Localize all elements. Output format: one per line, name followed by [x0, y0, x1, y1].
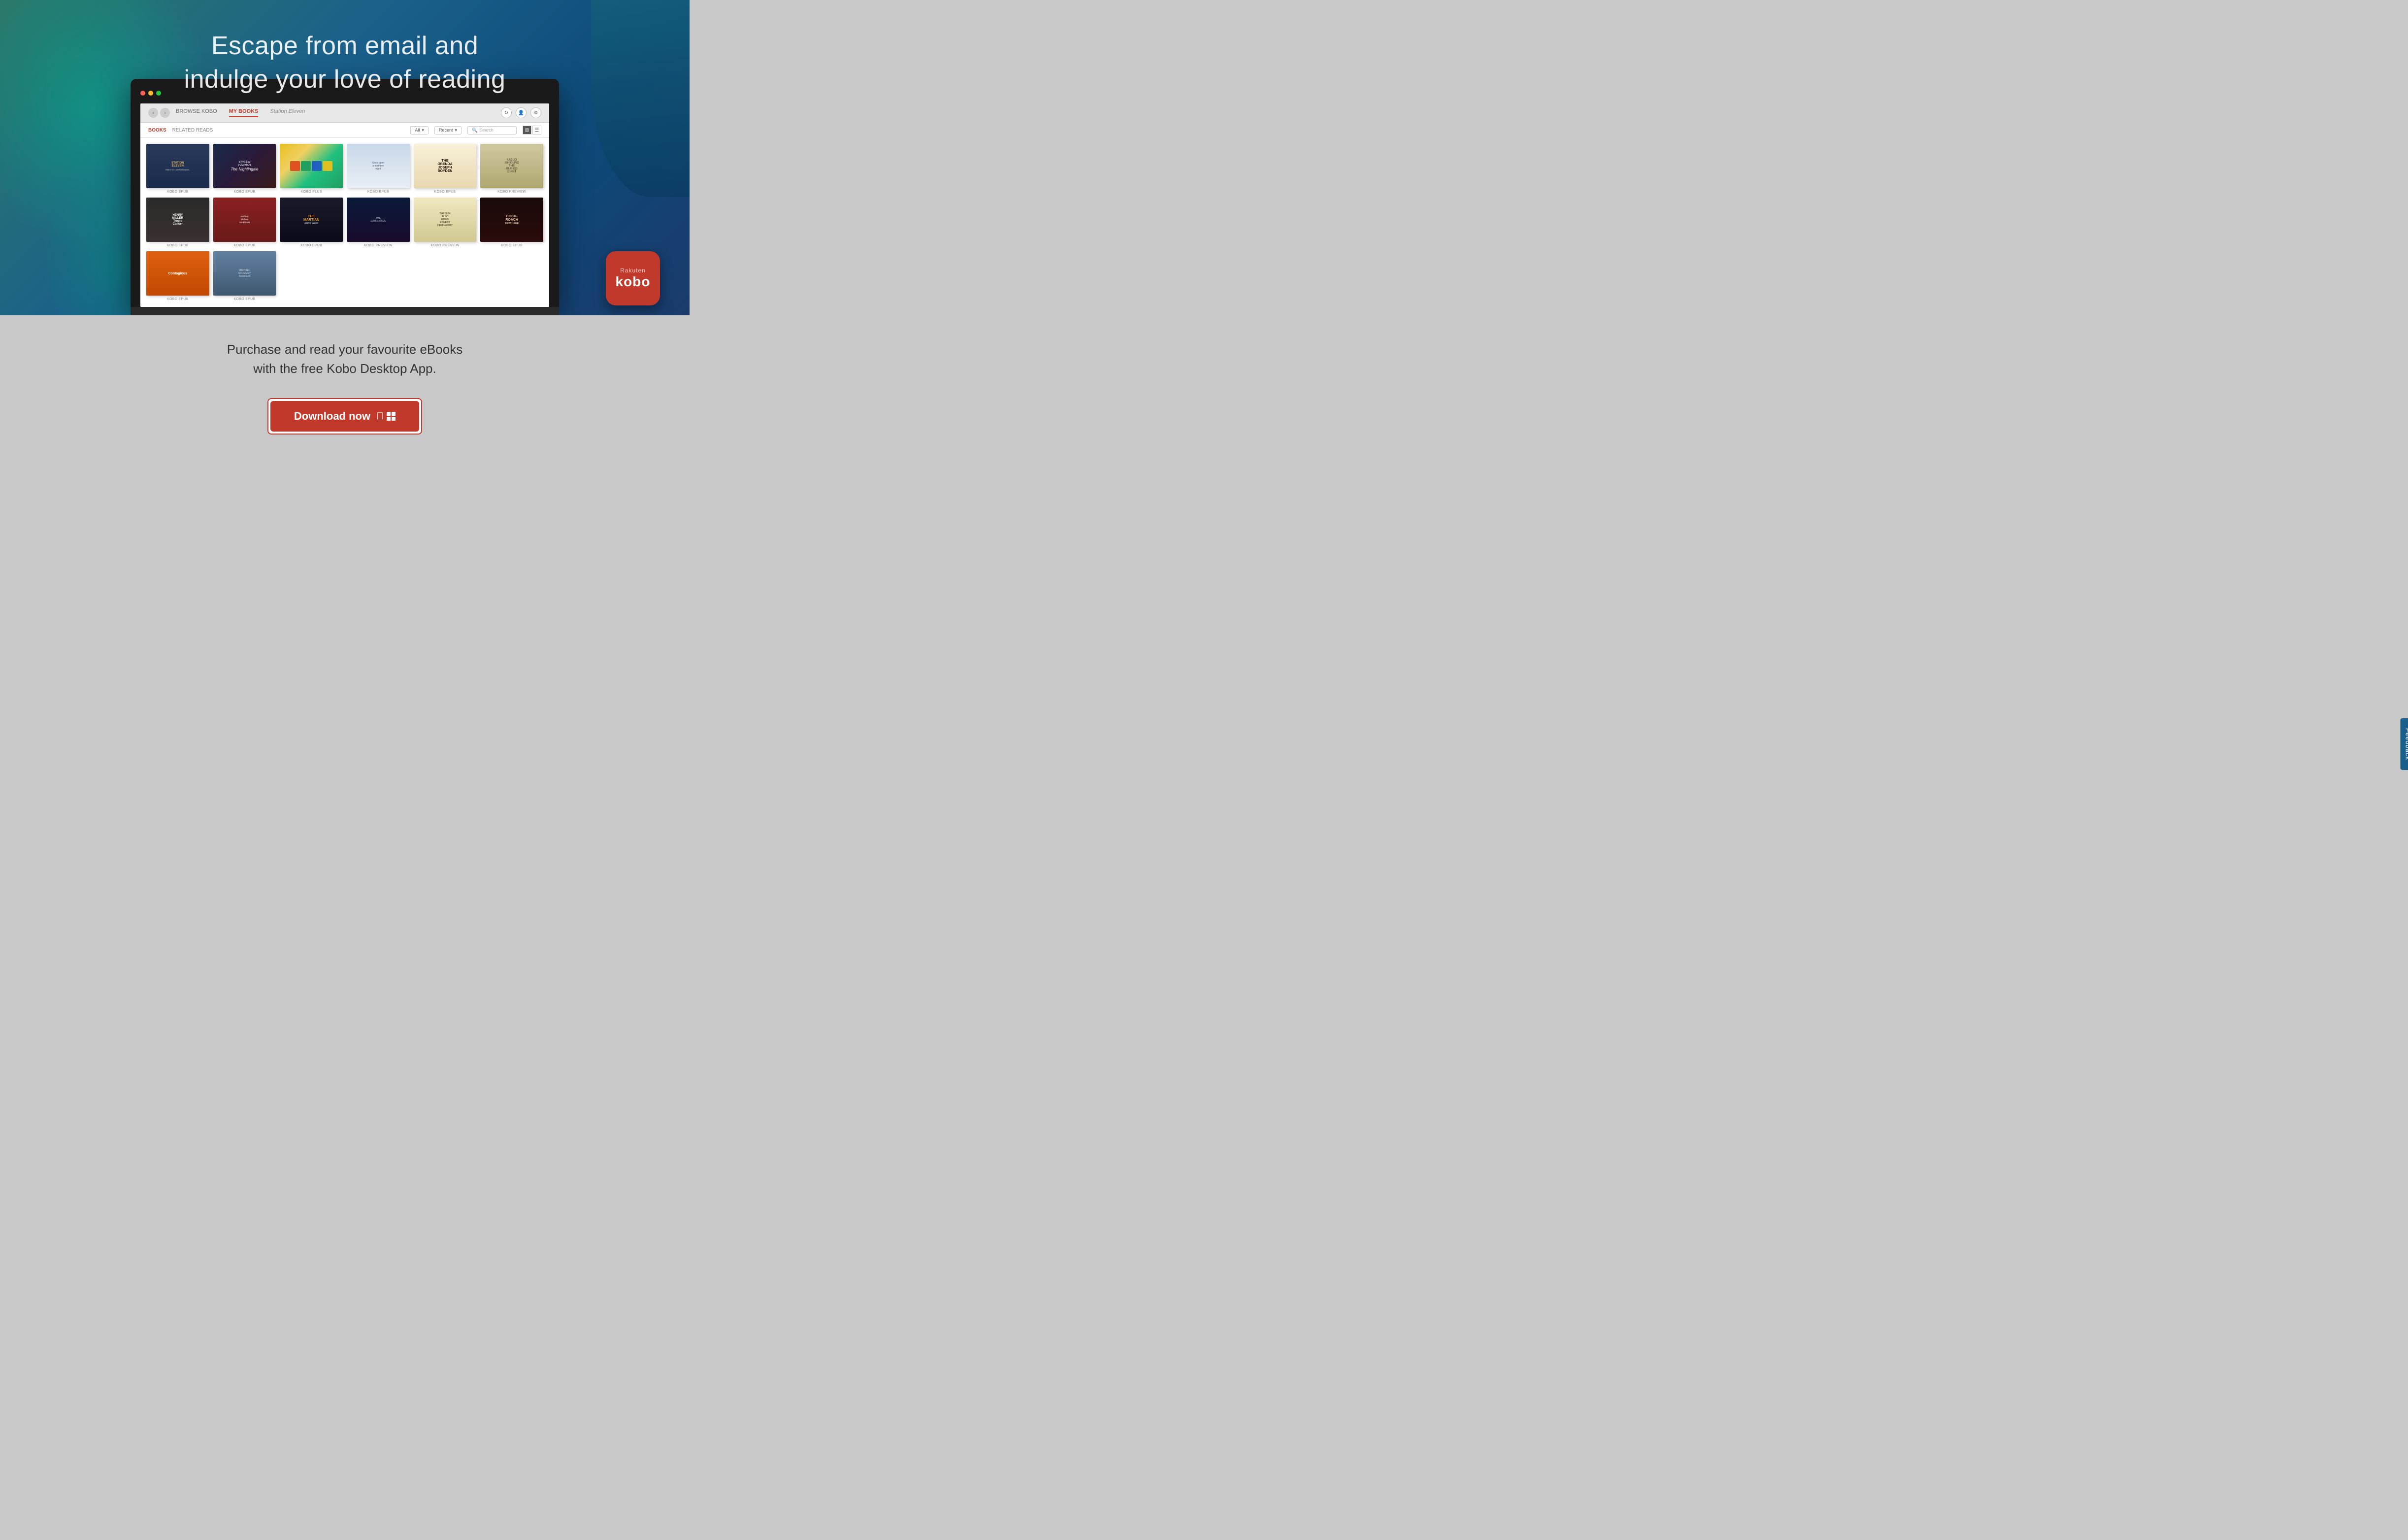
list-item[interactable]: smittenkitchencookbook KOBO EPUB: [213, 198, 276, 247]
rakuten-text: Rakuten: [620, 267, 646, 274]
settings-button[interactable]: ⚙: [530, 107, 541, 118]
book-cover-tropic-cancer: HENRYMILLERTropicCancer: [146, 198, 209, 242]
account-button[interactable]: 👤: [516, 107, 527, 118]
list-item[interactable]: KRISTINHANNAHThe Nightingale KOBO EPUB: [213, 144, 276, 194]
view-toggle: ⊞ ☰: [523, 126, 541, 134]
book-cover-nightingale: KRISTINHANNAHThe Nightingale: [213, 144, 276, 188]
book-label: KOBO EPUB: [300, 244, 322, 247]
book-cover-sweetland: MICHAELCRUMMEYSweetland: [213, 251, 276, 296]
download-now-button[interactable]: Download now : [270, 401, 419, 432]
app-toolbar: ‹ › BROWSE KOBO MY BOOKS Station Eleven …: [140, 103, 549, 123]
feedback-tab[interactable]: Feedback: [2401, 718, 2408, 770]
book-cover-northern-night: Once upona northernnight: [347, 144, 410, 188]
hero-text-block: Escape from email and indulge your love …: [0, 30, 690, 96]
tab-current-book[interactable]: Station Eleven: [270, 108, 305, 117]
forward-button[interactable]: ›: [160, 108, 170, 118]
toolbar-tabs: BROWSE KOBO MY BOOKS Station Eleven: [176, 108, 495, 117]
book-label: KOBO EPUB: [234, 190, 256, 194]
list-item[interactable]: Once upona northernnight KOBO EPUB: [347, 144, 410, 194]
list-item[interactable]: THEORENDAJOSEPHBOYDEN KOBO EPUB: [414, 144, 477, 194]
filter-books[interactable]: BOOKS: [148, 128, 166, 133]
list-item[interactable]: STATION ELEVEN EMILY ST. JOHN MANDEL KOB…: [146, 144, 209, 194]
book-label: KOBO PREVIEW: [430, 244, 459, 247]
list-item[interactable]: KAZUOISHIGUROTHEBURIEDGIANT KOBO PREVIEW: [480, 144, 543, 194]
sync-button[interactable]: ↻: [501, 107, 512, 118]
filter-related-reads[interactable]: RELATED READS: [172, 128, 213, 133]
books-grid: STATION ELEVEN EMILY ST. JOHN MANDEL KOB…: [140, 138, 549, 307]
filter-bar: BOOKS RELATED READS All ▾ Recent ▾ 🔍 Sea…: [140, 123, 549, 138]
kobo-logo-badge: Rakuten kobo: [606, 251, 660, 305]
book-label: KOBO EPUB: [167, 244, 189, 247]
bottom-section: Purchase and read your favourite eBooks …: [0, 315, 690, 464]
list-view-button[interactable]: ☰: [532, 126, 541, 134]
list-item[interactable]: COCK-ROACHRAW HAGE KOBO EPUB: [480, 198, 543, 247]
book-cover-buried-giant: KAZUOISHIGUROTHEBURIEDGIANT: [480, 144, 543, 188]
tab-browse-kobo[interactable]: BROWSE KOBO: [176, 108, 217, 117]
download-label: Download now: [294, 410, 370, 423]
book-label: KOBO EPUB: [367, 190, 389, 194]
book-cover-sun-also-rises: THE SUNALSORISESERNESTHEMINGWAY: [414, 198, 477, 242]
grid-view-button[interactable]: ⊞: [523, 126, 531, 134]
book-cover-smitten-kitchen: smittenkitchencookbook: [213, 198, 276, 242]
book-label: KOBO EPUB: [501, 244, 523, 247]
list-item[interactable]: KOBO PLUS: [280, 144, 343, 194]
list-item[interactable]: HENRYMILLERTropicCancer KOBO EPUB: [146, 198, 209, 247]
platform-icons: : [376, 411, 396, 422]
book-cover-orenda: THEORENDAJOSEPHBOYDEN: [414, 144, 477, 188]
laptop-frame: ‹ › BROWSE KOBO MY BOOKS Station Eleven …: [131, 79, 559, 307]
list-item[interactable]: THELUMINARIES KOBO PREVIEW: [347, 198, 410, 247]
toolbar-icons: ↻ 👤 ⚙: [501, 107, 541, 118]
book-cover-cockroach: COCK-ROACHRAW HAGE: [480, 198, 543, 242]
book-label: KOBO PREVIEW: [497, 190, 526, 194]
kobo-text: kobo: [616, 274, 651, 290]
hero-title: Escape from email and indulge your love …: [0, 30, 690, 96]
purchase-description: Purchase and read your favourite eBooks …: [10, 340, 680, 378]
book-label: KOBO EPUB: [434, 190, 456, 194]
book-label: KOBO EPUB: [167, 190, 189, 194]
book-label: KOBO EPUB: [167, 298, 189, 301]
windows-icon: [387, 412, 396, 421]
list-item[interactable]: Contagious KOBO EPUB: [146, 251, 209, 301]
list-item[interactable]: THE SUNALSORISESERNESTHEMINGWAY KOBO PRE…: [414, 198, 477, 247]
back-button[interactable]: ‹: [148, 108, 158, 118]
category-dropdown[interactable]: All ▾: [410, 126, 429, 134]
apple-icon: : [376, 411, 384, 422]
book-cover-luminaries: THELUMINARIES: [347, 198, 410, 242]
hero-section: Escape from email and indulge your love …: [0, 0, 690, 315]
toolbar-nav: ‹ ›: [148, 108, 170, 118]
book-label: KOBO PLUS: [301, 190, 322, 194]
download-button-wrapper: Download now : [267, 398, 422, 435]
app-screen: ‹ › BROWSE KOBO MY BOOKS Station Eleven …: [140, 103, 549, 307]
book-label: KOBO EPUB: [234, 244, 256, 247]
laptop-bottom-bar: [131, 307, 559, 315]
search-icon: 🔍: [472, 128, 477, 133]
list-item[interactable]: THEMARTIANANDY WEIR KOBO EPUB: [280, 198, 343, 247]
laptop-mockup: ‹ › BROWSE KOBO MY BOOKS Station Eleven …: [131, 79, 559, 315]
search-bar[interactable]: 🔍 Search: [467, 126, 517, 134]
book-cover-kobo-plus: [280, 144, 343, 188]
book-cover-contagious: Contagious: [146, 251, 209, 296]
sort-dropdown[interactable]: Recent ▾: [434, 126, 462, 134]
book-label: KOBO EPUB: [234, 298, 256, 301]
book-cover-station-eleven: STATION ELEVEN EMILY ST. JOHN MANDEL: [146, 144, 209, 188]
tab-my-books[interactable]: MY BOOKS: [229, 108, 259, 117]
list-item[interactable]: MICHAELCRUMMEYSweetland KOBO EPUB: [213, 251, 276, 301]
book-cover-the-martian: THEMARTIANANDY WEIR: [280, 198, 343, 242]
book-label: KOBO PREVIEW: [364, 244, 393, 247]
